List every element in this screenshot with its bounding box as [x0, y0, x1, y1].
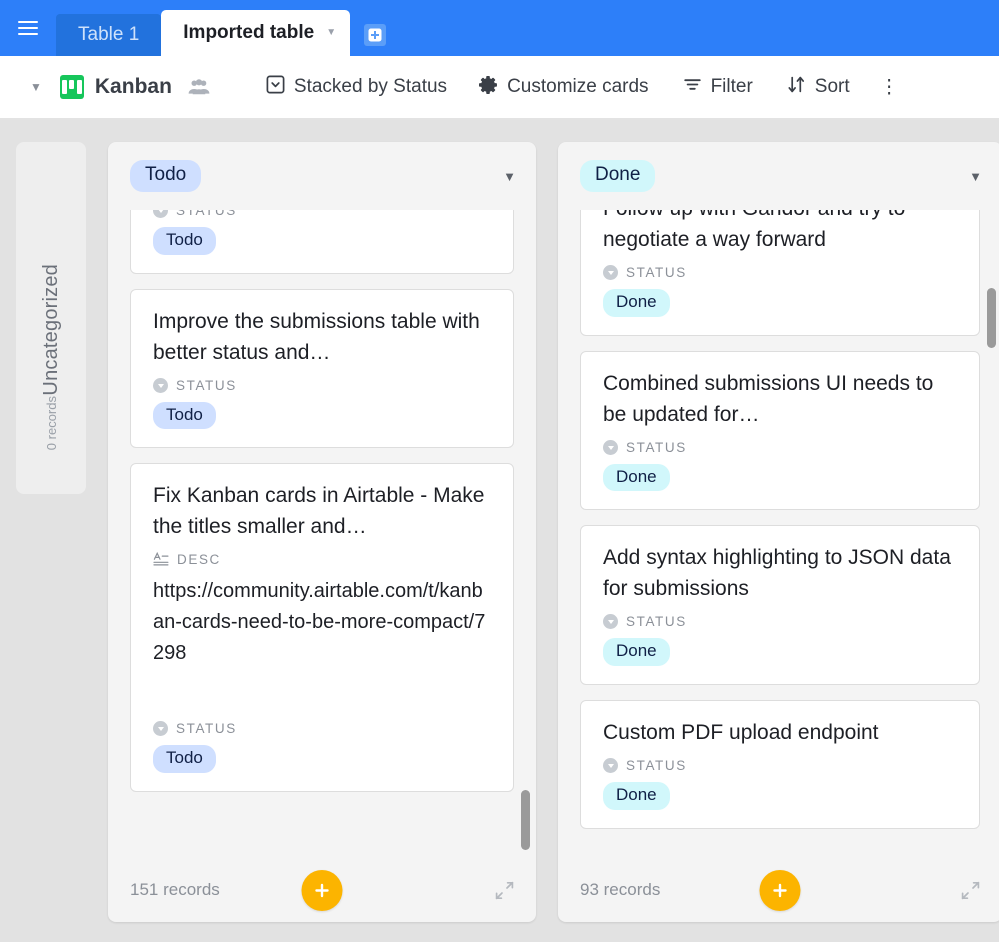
hamburger-icon[interactable]: [0, 0, 56, 56]
stack-record-count: 93 records: [580, 880, 661, 899]
stack-card-list[interactable]: Follow up with Gandor and try to negotia…: [558, 210, 999, 858]
card-title: Follow up with Gandor and try to negotia…: [603, 210, 905, 251]
stack-scrollbar[interactable]: [521, 790, 530, 850]
stack-title-pill[interactable]: Done: [580, 160, 656, 192]
stack-done: Done ▼ Follow up with Gandor and try to …: [558, 142, 999, 922]
single-select-icon: [603, 439, 618, 455]
card-field-label: STATUS: [626, 439, 687, 455]
card-title: Add syntax highlighting to JSON data for…: [603, 546, 951, 601]
add-table-icon[interactable]: [364, 24, 387, 46]
card-field-label: STATUS: [626, 758, 687, 774]
single-select-icon: [153, 721, 168, 737]
card-field-status: STATUS: [153, 721, 491, 737]
kanban-card[interactable]: STATUS Todo: [130, 210, 514, 274]
card-field-label: STATUS: [176, 210, 237, 218]
view-name[interactable]: Kanban: [95, 75, 172, 99]
card-status-pill: Done: [603, 289, 670, 317]
stack-header: Todo ▼: [108, 142, 536, 210]
stack-record-count: 0 records: [43, 395, 59, 450]
card-desc-value: https://community.airtable.com/t/kanban-…: [153, 580, 486, 665]
card-status-pill: Done: [603, 782, 670, 810]
stack-menu-chevron-down-icon[interactable]: ▼: [969, 170, 982, 183]
stack-footer: 93 records: [558, 858, 999, 922]
card-field-label: STATUS: [626, 265, 687, 280]
kanban-card[interactable]: Follow up with Gandor and try to negotia…: [580, 210, 980, 336]
kanban-card[interactable]: Custom PDF upload endpoint STATUS Done: [580, 700, 980, 829]
stack-header: Done ▼: [558, 142, 999, 210]
card-title: Improve the submissions table with bette…: [153, 309, 480, 364]
long-text-icon: [153, 552, 169, 567]
card-field-status: STATUS: [153, 210, 491, 218]
customize-cards-label: Customize cards: [507, 76, 649, 97]
card-field-desc: DESC: [153, 552, 491, 567]
kanban-card[interactable]: Add syntax highlighting to JSON data for…: [580, 525, 980, 686]
toolbar-overflow-label: ⋮: [879, 76, 899, 98]
table-tab-table-1[interactable]: Table 1: [56, 14, 162, 56]
stack-menu-chevron-down-icon[interactable]: ▼: [503, 170, 516, 183]
card-status-pill: Done: [603, 463, 670, 492]
single-select-icon: [266, 75, 285, 100]
kanban-board: 0 records Uncategorized Todo ▼ STATUS To…: [0, 120, 999, 942]
filter-button[interactable]: Filter: [683, 75, 753, 100]
add-record-button[interactable]: [759, 869, 801, 911]
card-field-label: STATUS: [176, 721, 237, 737]
kanban-icon: [59, 75, 84, 99]
collapse-stack-icon[interactable]: [961, 881, 980, 900]
card-field-label: STATUS: [176, 377, 237, 393]
sort-button[interactable]: Sort: [787, 75, 850, 100]
single-select-icon: [603, 614, 618, 630]
card-field-status: STATUS: [603, 265, 957, 280]
table-tab-label: Table 1: [78, 24, 140, 45]
top-tab-bar: Table 1 Imported table ▼: [0, 0, 999, 56]
stack-record-count: 151 records: [130, 880, 220, 899]
card-status-pill: Todo: [153, 227, 216, 255]
gear-icon: [479, 75, 498, 100]
stacked-by-label: Stacked by Status: [293, 76, 448, 97]
sidebar-toggle-caret-icon[interactable]: ▼: [30, 81, 42, 93]
stack-card-list[interactable]: STATUS Todo Improve the submissions tabl…: [108, 210, 536, 858]
card-title: Combined submissions UI needs to be upda…: [603, 371, 934, 426]
card-field-status: STATUS: [153, 377, 491, 393]
kanban-card[interactable]: Improve the submissions table with bette…: [130, 288, 514, 449]
card-field-label: DESC: [177, 552, 221, 568]
card-field-label: STATUS: [626, 614, 687, 630]
people-icon[interactable]: [188, 79, 210, 95]
stack-uncategorized-collapsed[interactable]: 0 records Uncategorized: [16, 142, 86, 494]
table-tab-imported-table[interactable]: Imported table ▼: [161, 10, 351, 56]
view-toolbar: ▼ Kanban Stacked by Status Customize car…: [0, 56, 999, 120]
add-record-button[interactable]: [301, 869, 343, 911]
filter-icon: [683, 75, 702, 100]
chevron-down-icon[interactable]: ▼: [326, 28, 336, 38]
filter-label: Filter: [710, 76, 753, 97]
table-tab-label: Imported table: [183, 22, 315, 43]
kanban-card[interactable]: Combined submissions UI needs to be upda…: [580, 350, 980, 511]
card-status-pill: Todo: [153, 745, 216, 774]
single-select-icon: [153, 377, 168, 393]
card-field-status: STATUS: [603, 758, 957, 774]
card-title: Custom PDF upload endpoint: [603, 721, 879, 745]
toolbar-overflow-button[interactable]: ⋮: [880, 76, 899, 99]
sort-icon: [787, 75, 806, 100]
customize-cards-button[interactable]: Customize cards: [479, 75, 649, 100]
stack-todo: Todo ▼ STATUS Todo Improve the submissio…: [108, 142, 536, 922]
single-select-icon: [603, 265, 618, 280]
single-select-icon: [153, 210, 168, 218]
stack-title-pill[interactable]: Todo: [130, 160, 202, 192]
single-select-icon: [603, 758, 618, 774]
card-field-status: STATUS: [603, 439, 957, 455]
stacked-by-button[interactable]: Stacked by Status: [266, 75, 447, 100]
card-field-status: STATUS: [603, 614, 957, 630]
stack-title: Uncategorized: [39, 264, 62, 396]
stack-scrollbar[interactable]: [987, 288, 996, 348]
card-status-pill: Todo: [153, 401, 216, 430]
collapse-stack-icon[interactable]: [495, 881, 514, 900]
sort-label: Sort: [814, 76, 850, 97]
kanban-card[interactable]: Fix Kanban cards in Airtable - Make the …: [130, 463, 514, 793]
card-status-pill: Done: [603, 638, 670, 667]
card-title: Fix Kanban cards in Airtable - Make the …: [153, 484, 485, 539]
stack-footer: 151 records: [108, 858, 536, 922]
